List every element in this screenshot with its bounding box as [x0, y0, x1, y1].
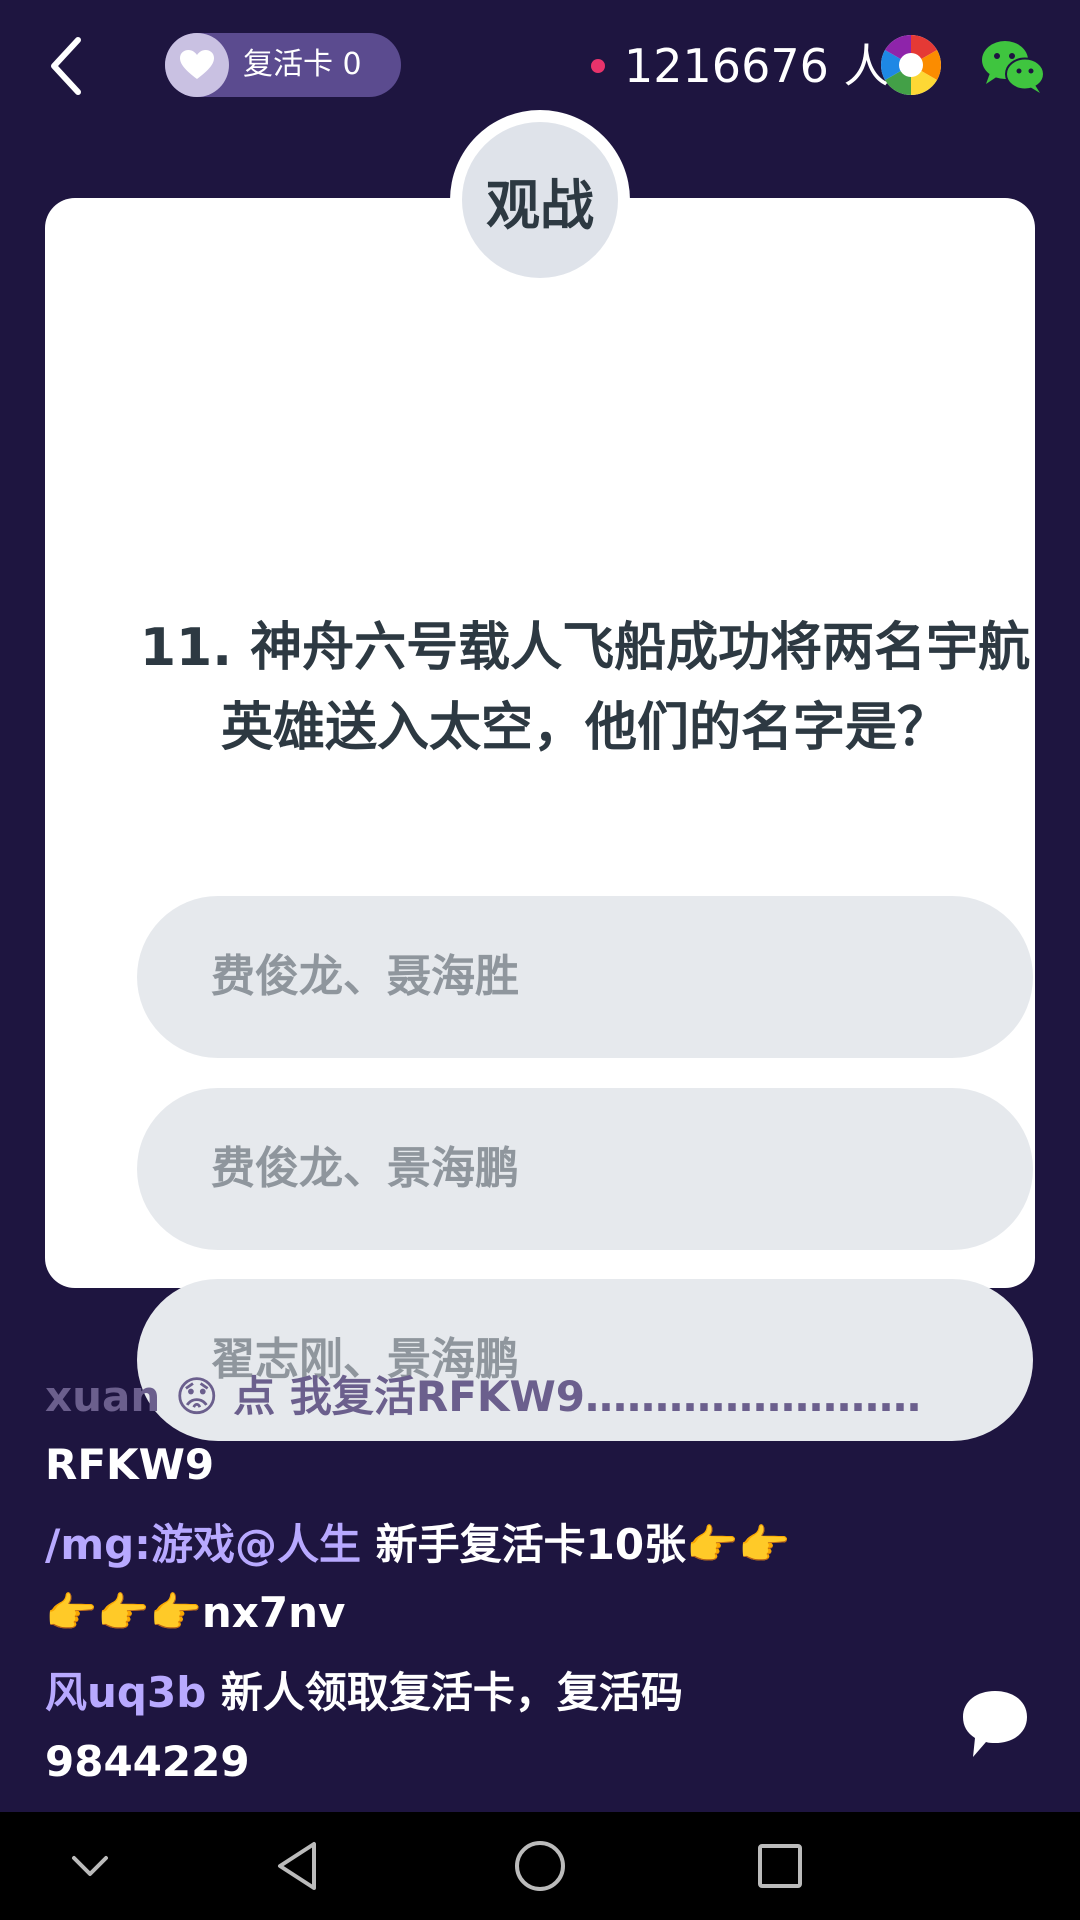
- nav-back-icon[interactable]: [268, 1834, 332, 1898]
- viewer-count: 1216676 人: [624, 39, 890, 93]
- answer-option-2[interactable]: 费俊龙、景海鹏: [137, 1088, 1033, 1250]
- back-button[interactable]: [42, 32, 94, 100]
- revive-card-label: 复活卡 0: [243, 47, 362, 82]
- chat-bubble-icon[interactable]: [955, 1685, 1035, 1765]
- chat-message: 👉👉👉nx7nv: [45, 1578, 945, 1648]
- chat-text: 新手复活卡10张👉👉: [360, 1520, 791, 1569]
- screen: 复活卡 0 1216676 人 11. 神舟六号载人飞船成功将两名宇航英雄送入太…: [0, 0, 1080, 1920]
- nav-down-icon[interactable]: [58, 1834, 122, 1898]
- question-text: 11. 神舟六号载人飞船成功将两名宇航英雄送入太空，他们的名字是？: [139, 618, 1031, 758]
- chat-text: RFKW9: [45, 1440, 215, 1489]
- chat-username: xuan: [45, 1372, 161, 1421]
- nav-home-icon[interactable]: [508, 1834, 572, 1898]
- back-icon: [51, 37, 81, 95]
- system-nav-bar: [0, 1812, 1080, 1920]
- chat-username: /mg:游戏@人生: [45, 1520, 361, 1569]
- wechat-icon[interactable]: [980, 38, 1046, 94]
- camera-icon[interactable]: [879, 33, 943, 97]
- chat-text: 点 我复活RFKW9……………………: [218, 1372, 922, 1421]
- chat-message: RFKW9: [45, 1430, 945, 1500]
- question-card: 11. 神舟六号载人飞船成功将两名宇航英雄送入太空，他们的名字是？ 费俊龙、聂海…: [45, 198, 1035, 1441]
- heart-icon: [165, 33, 229, 97]
- live-indicator-dot: [591, 59, 605, 73]
- chat-text: 新人领取复活卡，复活码: [206, 1668, 683, 1717]
- chat-message: xuan 😟 点 我复活RFKW9……………………: [45, 1362, 945, 1432]
- chat-text: 9844229: [45, 1737, 250, 1786]
- answer-option-1[interactable]: 费俊龙、聂海胜: [137, 896, 1033, 1058]
- spectate-badge: 观战: [462, 122, 618, 278]
- chat-message: 风uq3b 新人领取复活卡，复活码: [45, 1658, 945, 1728]
- chat-message: /mg:游戏@人生 新手复活卡10张👉👉: [45, 1510, 945, 1580]
- nav-recents-icon[interactable]: [748, 1834, 812, 1898]
- revive-card-pill[interactable]: 复活卡 0: [165, 33, 401, 97]
- chat-username: 风uq3b: [45, 1668, 207, 1717]
- chat-text: 👉👉👉nx7nv: [45, 1588, 346, 1637]
- frown-emoji: 😟: [174, 1372, 219, 1421]
- chat-message: 9844229: [45, 1727, 945, 1797]
